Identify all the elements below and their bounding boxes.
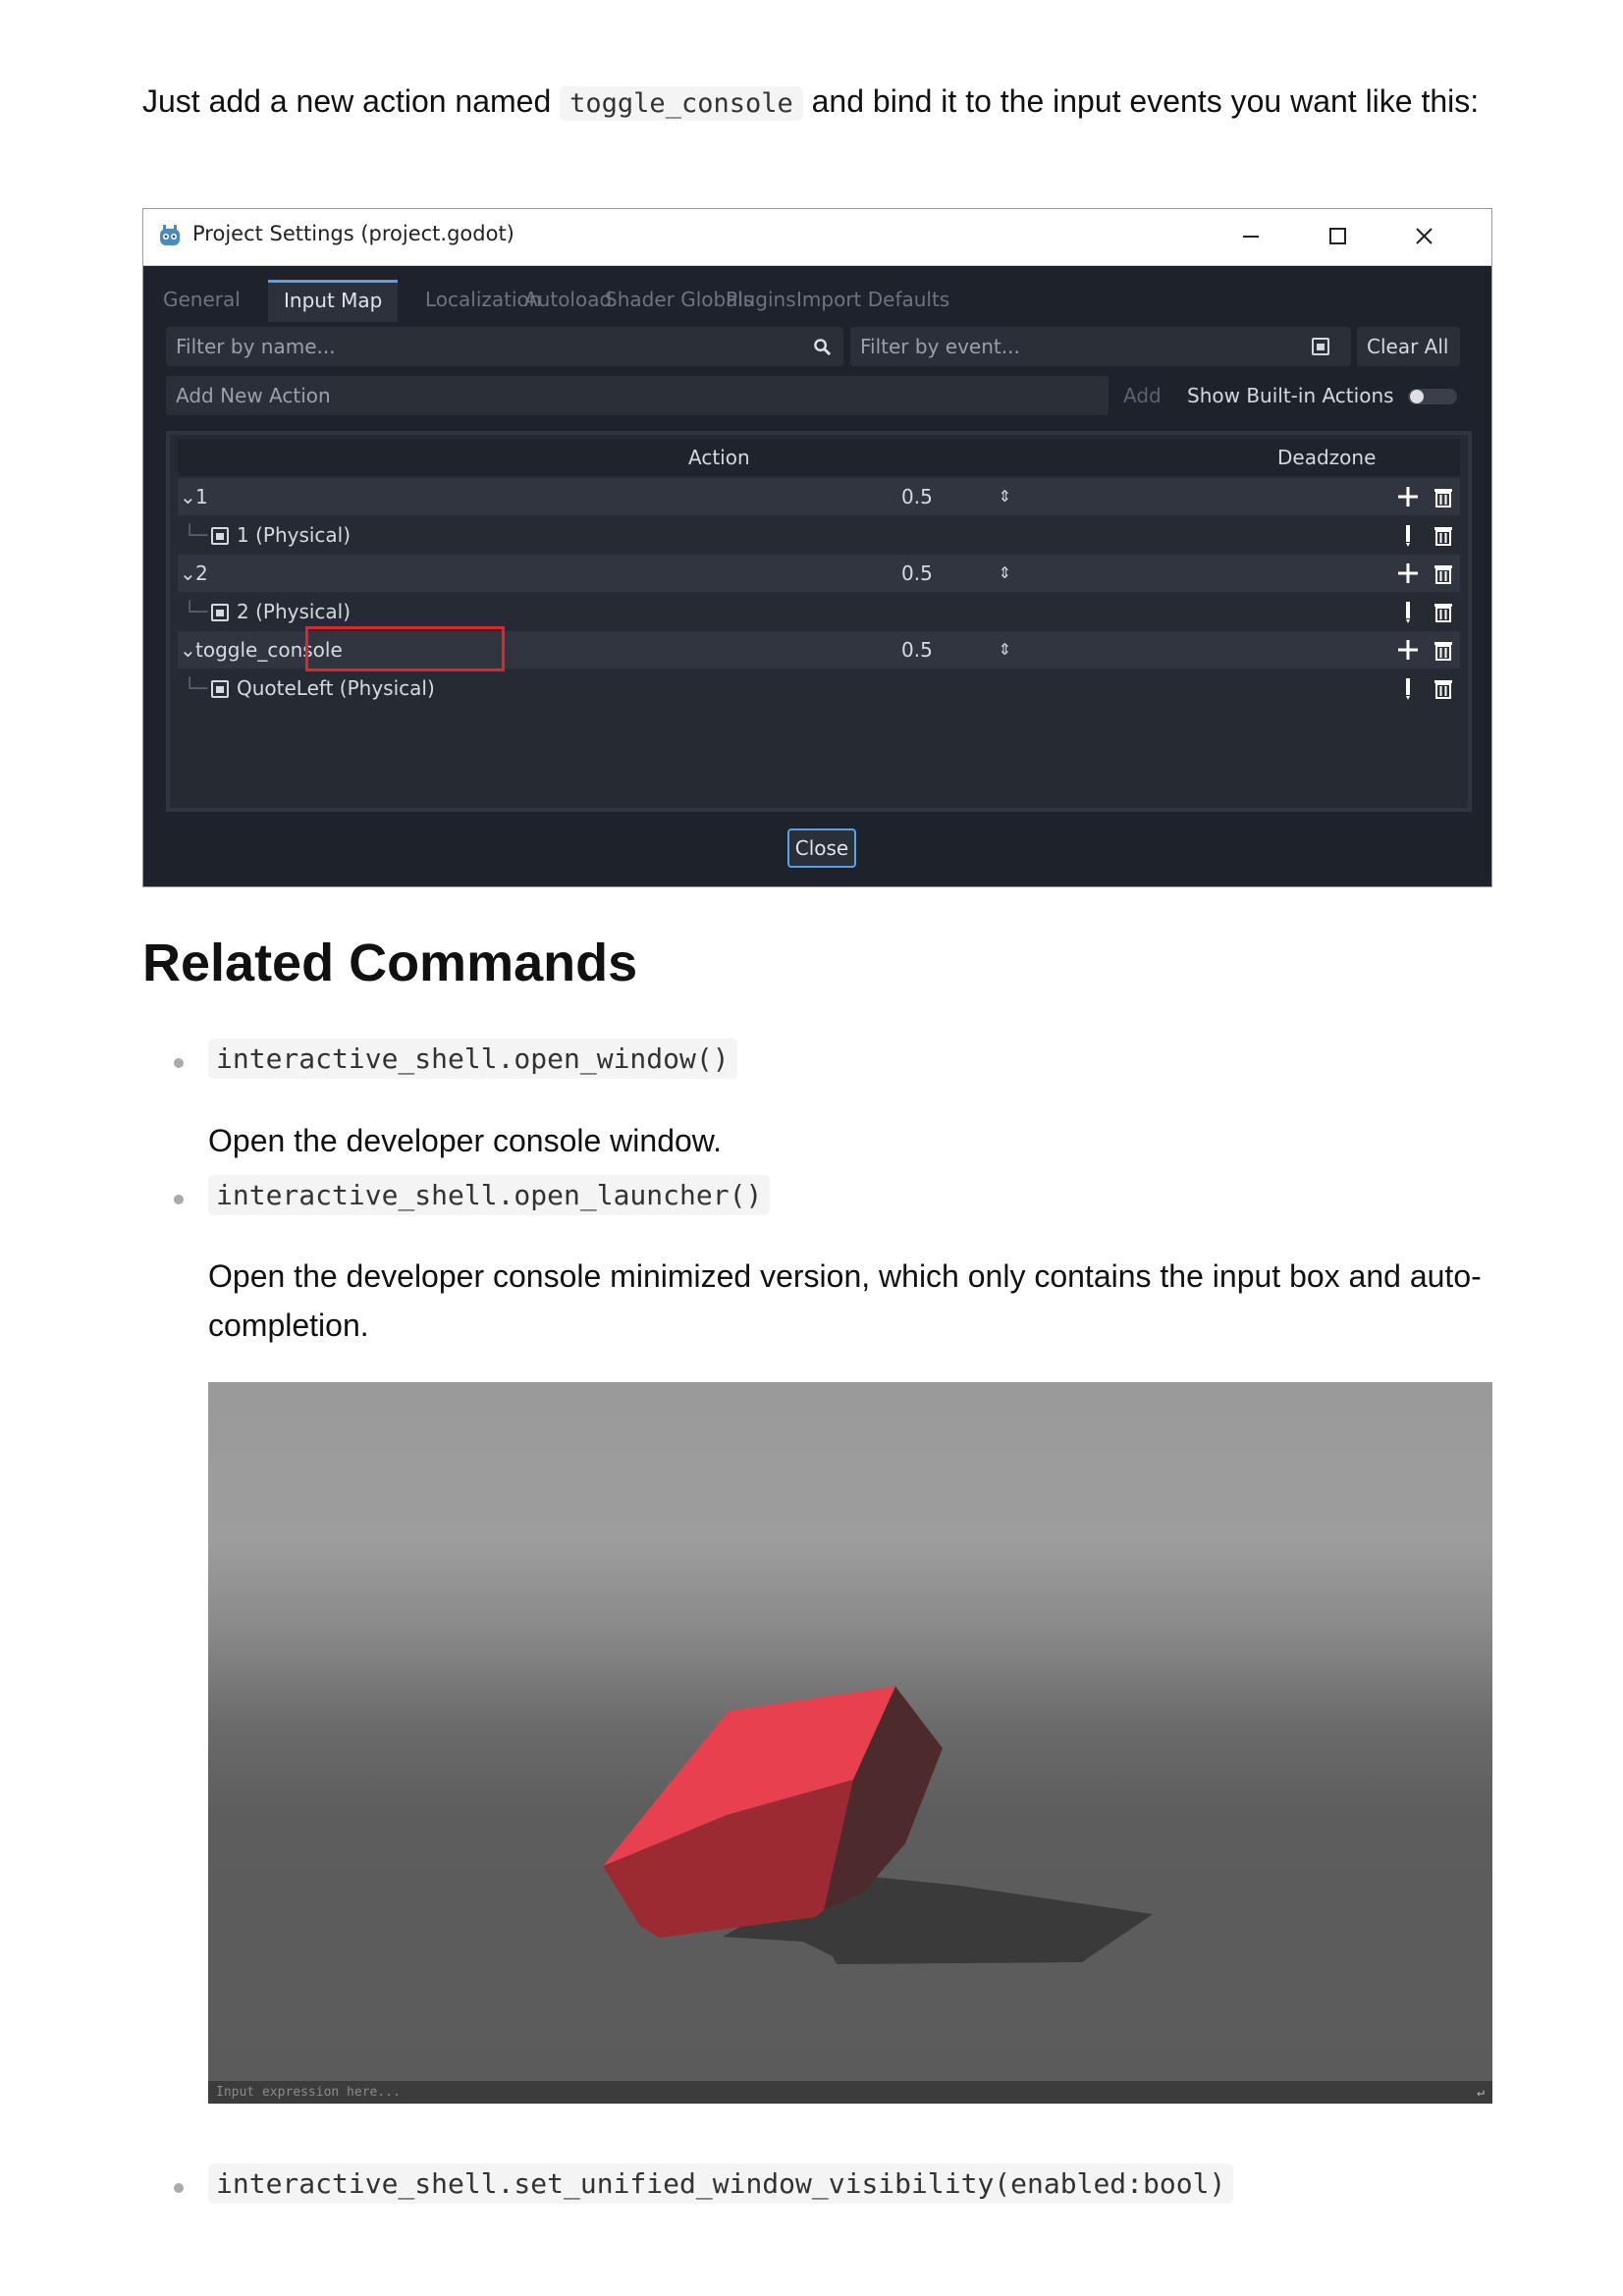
maximize-icon[interactable] [1318,219,1357,254]
enter-icon[interactable]: ↵ [1477,2081,1485,2104]
add-event-icon[interactable] [1395,484,1421,509]
toggle-console-highlight-box [305,626,505,671]
add-event-icon[interactable] [1395,561,1421,586]
clear-all-button[interactable]: Clear All [1357,327,1460,366]
keyboard-icon [211,527,229,545]
action-name: 2 [195,561,208,585]
delete-action-icon[interactable] [1431,637,1456,663]
show-builtin-actions-label: Show Built-in Actions [1187,384,1394,407]
filter-by-event-input[interactable]: Filter by event... [850,327,1351,366]
spinner-arrows-icon[interactable]: ⇕ [999,484,1011,509]
close-button[interactable]: Close [787,828,856,868]
expand-chevron-icon[interactable]: ⌄ [180,631,196,668]
bullet-icon [174,2183,184,2193]
tab-general[interactable]: General [163,280,241,319]
add-event-icon[interactable] [1395,637,1421,663]
action-name: 1 [195,485,208,508]
close-window-icon[interactable] [1404,219,1443,254]
intro-text-after: and bind it to the input events you want… [811,83,1480,119]
deadzone-value: 0.5 [901,638,933,662]
event-label: QuoteLeft (Physical) [211,669,435,707]
event-row-2[interactable]: └─ 2 (Physical) [178,593,1460,630]
tree-connector: └─ [184,600,208,623]
keyboard-icon [1312,338,1329,355]
bullet-icon [174,1058,184,1068]
input-map-table: Action Deadzone ⌄ 1 0.5 ⇕ └─ 1 (Physical)… [166,431,1472,812]
tab-import-defaults[interactable]: Import Defaults [796,280,949,319]
add-new-action-input[interactable]: Add New Action [166,376,1109,415]
filter-by-name-input[interactable]: Filter by name... [166,327,843,366]
action-row-2[interactable]: ⌄ 2 0.5 ⇕ [178,555,1460,592]
tab-autoload[interactable]: Autoload [524,280,612,319]
deadzone-spinbox[interactable]: 0.5 ⇕ [901,637,1011,663]
keyboard-icon [211,680,229,698]
toggle-knob [1410,390,1424,403]
expand-chevron-icon[interactable]: ⌄ [180,555,196,592]
command-open-launcher: interactive_shell.open_launcher() [208,1175,771,1215]
edit-event-icon[interactable] [1395,675,1421,701]
add-new-action-placeholder: Add New Action [176,384,331,407]
deadzone-spinbox[interactable]: 0.5 ⇕ [901,561,1011,586]
project-settings-screenshot: Project Settings (project.godot) General… [142,208,1492,887]
expand-chevron-icon[interactable]: ⌄ [180,478,196,515]
deadzone-value: 0.5 [901,561,933,585]
intro-text-before: Just add a new action named [142,83,552,119]
window-titlebar: Project Settings (project.godot) [143,209,1491,266]
game-viewport-screenshot: Input expression here... ↵ [208,1382,1492,2104]
action-row-1[interactable]: ⌄ 1 0.5 ⇕ [178,478,1460,515]
event-row-toggle-console[interactable]: └─ QuoteLeft (Physical) [178,669,1460,707]
delete-action-icon[interactable] [1431,484,1456,509]
column-deadzone: Deadzone [1277,446,1377,469]
show-builtin-actions-toggle[interactable] [1408,389,1457,404]
godot-logo-icon [157,223,183,248]
command-open-window: interactive_shell.open_window() [208,1039,737,1079]
command-description: Open the developer console minimized ver… [208,1258,1482,1343]
minimize-icon[interactable] [1231,219,1271,254]
keyboard-icon [211,604,229,621]
event-label: 2 (Physical) [211,593,351,630]
filter-by-event-placeholder: Filter by event... [860,335,1020,358]
event-row-1[interactable]: └─ 1 (Physical) [178,516,1460,554]
bullet-icon [174,1195,184,1204]
window-title: Project Settings (project.godot) [192,222,514,245]
tab-plugins[interactable]: Plugins [726,280,796,319]
filter-by-name-placeholder: Filter by name... [176,335,336,358]
tab-input-map[interactable]: Input Map [268,280,399,322]
search-icon [814,339,832,356]
intro-paragraph: Just add a new action named toggle_conso… [142,77,1497,129]
column-action: Action [688,446,750,469]
spinner-arrows-icon[interactable]: ⇕ [999,561,1011,586]
cube-scene [603,1686,1153,1964]
tree-connector: └─ [184,523,208,547]
deadzone-value: 0.5 [901,485,933,508]
edit-event-icon[interactable] [1395,599,1421,624]
command-set-unified-window-visibility: interactive_shell.set_unified_window_vis… [208,2163,1234,2204]
deadzone-spinbox[interactable]: 0.5 ⇕ [901,484,1011,509]
event-label: 1 (Physical) [211,516,351,554]
table-header: Action Deadzone [178,439,1460,476]
tree-connector: └─ [184,676,208,700]
edit-event-icon[interactable] [1395,522,1421,548]
spinner-arrows-icon[interactable]: ⇕ [999,637,1011,663]
command-description: Open the developer console window. [208,1123,723,1158]
console-input[interactable]: Input expression here... ↵ [208,2081,1492,2104]
delete-action-icon[interactable] [1431,561,1456,586]
delete-event-icon[interactable] [1431,599,1456,624]
add-action-button[interactable]: Add [1123,376,1162,415]
delete-event-icon[interactable] [1431,522,1456,548]
inline-code-toggle-console: toggle_console [560,86,803,121]
console-input-placeholder: Input expression here... [216,2085,401,2100]
delete-event-icon[interactable] [1431,675,1456,701]
section-title: Related Commands [142,934,638,992]
